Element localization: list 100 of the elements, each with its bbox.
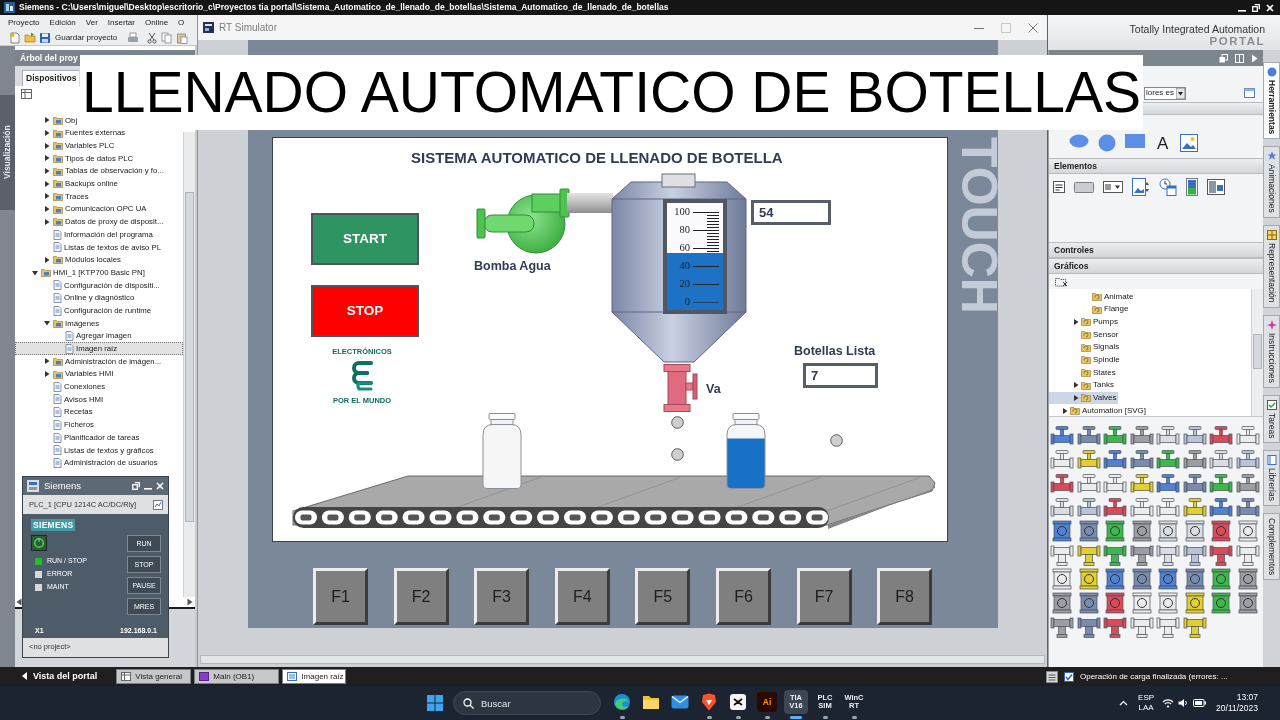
side-tab[interactable]: Herramientas: [1263, 62, 1280, 140]
valve-icon[interactable]: [1050, 472, 1074, 494]
valve-icon[interactable]: [1076, 496, 1101, 518]
pipe-fitting-icon[interactable]: [1156, 520, 1180, 542]
pipe-fitting-icon[interactable]: [1050, 568, 1074, 590]
function-key[interactable]: F7: [796, 568, 852, 625]
tab[interactable]: Dispositivos: [22, 70, 79, 86]
caret-right-icon[interactable]: [44, 168, 50, 175]
valve-icon[interactable]: [1050, 424, 1074, 446]
editor-tab[interactable]: Vista general: [116, 669, 192, 684]
circle-icon[interactable]: [1098, 134, 1116, 152]
folder-x-icon[interactable]: [1055, 276, 1068, 287]
pipe-fitting-icon[interactable]: [1235, 568, 1260, 590]
valve-icon[interactable]: [1129, 496, 1154, 518]
caret-right-icon[interactable]: [1062, 407, 1068, 414]
tree-item[interactable]: Automation [SVG]: [1049, 404, 1149, 417]
valve-icon[interactable]: [1103, 472, 1127, 494]
side-tab[interactable]: Representación: [1263, 225, 1280, 308]
caret-right-icon[interactable]: [44, 193, 50, 200]
side-tab[interactable]: Instrucciones: [1263, 314, 1280, 388]
pipe-tee-icon[interactable]: [1235, 544, 1260, 566]
clock-date[interactable]: 20/11/2023: [1216, 703, 1258, 714]
pipe-fitting-icon[interactable]: [1156, 568, 1180, 590]
pipe-tee-icon[interactable]: [1182, 616, 1207, 638]
valve-icon[interactable]: [1182, 424, 1207, 446]
chevron-up-icon[interactable]: [1119, 700, 1129, 706]
pipe-fitting-icon[interactable]: [1050, 520, 1074, 542]
valve-icon[interactable]: [1050, 496, 1074, 518]
function-key[interactable]: F4: [554, 568, 610, 625]
valve-icon[interactable]: [1076, 472, 1101, 494]
ellipse-icon[interactable]: [1069, 134, 1089, 148]
pipe-fitting-icon[interactable]: [1103, 592, 1127, 614]
pipe-tee-icon[interactable]: [1103, 544, 1127, 566]
folder-icon[interactable]: [24, 31, 36, 44]
pipe-fitting-icon[interactable]: [1129, 568, 1154, 590]
caret-right-icon[interactable]: [1073, 318, 1079, 325]
valve-icon[interactable]: [1182, 448, 1207, 470]
pipe-fitting-icon[interactable]: [1129, 520, 1154, 542]
section-header[interactable]: Gráficos: [1049, 258, 1263, 274]
tree-item[interactable]: Pumps: [1049, 315, 1120, 329]
tree-item[interactable]: Tanks: [1049, 378, 1116, 392]
pipe-tee-icon[interactable]: [1076, 544, 1101, 566]
menu-item[interactable]: Insertar: [107, 17, 135, 28]
valve-icon[interactable]: [1076, 448, 1101, 470]
pipe-fitting-icon[interactable]: [1103, 568, 1127, 590]
clock-icon[interactable]: [1159, 178, 1177, 196]
list-icon[interactable]: [1046, 670, 1058, 683]
scissors-icon[interactable]: [146, 31, 159, 44]
language-indicator[interactable]: ESP: [1138, 693, 1155, 703]
caret-right-icon[interactable]: [44, 256, 50, 263]
function-key[interactable]: F3: [474, 568, 530, 625]
valve-icon[interactable]: [1235, 448, 1260, 470]
pipe-tee-icon[interactable]: [1209, 544, 1233, 566]
dropdown-field[interactable]: lores es: [1144, 86, 1186, 100]
section-header[interactable]: Controles: [1049, 242, 1263, 258]
language-indicator[interactable]: LAA: [1138, 703, 1154, 713]
valve-icon[interactable]: [1182, 472, 1207, 494]
pipe-tee-icon[interactable]: [1103, 616, 1127, 638]
pipe-fitting-icon[interactable]: [1209, 592, 1233, 614]
tree-item[interactable]: Flange: [1049, 302, 1131, 316]
command-button[interactable]: START: [311, 213, 419, 265]
pipe-tee-icon[interactable]: [1076, 616, 1101, 638]
tree-item[interactable]: Spindle: [1049, 353, 1122, 367]
valve-icon[interactable]: [1076, 424, 1101, 446]
switch-icon[interactable]: [1207, 179, 1225, 195]
pipe-fitting-icon[interactable]: [1209, 568, 1233, 590]
caret-right-icon[interactable]: [44, 130, 50, 137]
valve-icon[interactable]: [1156, 448, 1180, 470]
pipe-tee-icon[interactable]: [1156, 616, 1180, 638]
pipe-fitting-icon[interactable]: [1235, 592, 1260, 614]
pipe-tee-icon[interactable]: [1156, 544, 1180, 566]
restore-icon[interactable]: [1252, 3, 1260, 12]
pipe-tee-icon[interactable]: [1129, 544, 1154, 566]
picture-field-icon[interactable]: [1132, 178, 1150, 196]
side-tab[interactable]: Animaciones: [1263, 146, 1280, 218]
caret-right-icon[interactable]: [44, 206, 50, 213]
pipe-fitting-icon[interactable]: [1182, 520, 1207, 542]
pipe-fitting-icon[interactable]: [1076, 568, 1101, 590]
valve-icon[interactable]: [1209, 448, 1233, 470]
menu-item[interactable]: O: [178, 17, 185, 28]
caret-right-icon[interactable]: [44, 142, 50, 149]
save-button[interactable]: Guardar proyecto: [39, 31, 120, 44]
side-tab[interactable]: Librerías: [1263, 450, 1280, 507]
valve-icon[interactable]: [1129, 472, 1154, 494]
function-key[interactable]: F8: [877, 568, 933, 625]
caret-right-icon[interactable]: [44, 218, 50, 225]
pipe-tee-icon[interactable]: [1050, 544, 1074, 566]
caret-right-icon[interactable]: [44, 155, 50, 162]
valve-icon[interactable]: [1129, 424, 1154, 446]
pipe-tee-icon[interactable]: [1129, 616, 1154, 638]
caret-right-icon[interactable]: [1073, 394, 1079, 401]
scrollbar[interactable]: [183, 132, 195, 597]
bar-graph-icon[interactable]: [1186, 178, 1198, 196]
caret-right-icon[interactable]: [1073, 382, 1079, 389]
function-key[interactable]: F2: [393, 568, 449, 625]
battery-icon[interactable]: [1193, 699, 1207, 707]
caret-right-icon[interactable]: [44, 180, 50, 187]
valve-icon[interactable]: [1209, 424, 1233, 446]
valve-icon[interactable]: [1156, 496, 1180, 518]
caret-right-icon[interactable]: [44, 358, 50, 365]
